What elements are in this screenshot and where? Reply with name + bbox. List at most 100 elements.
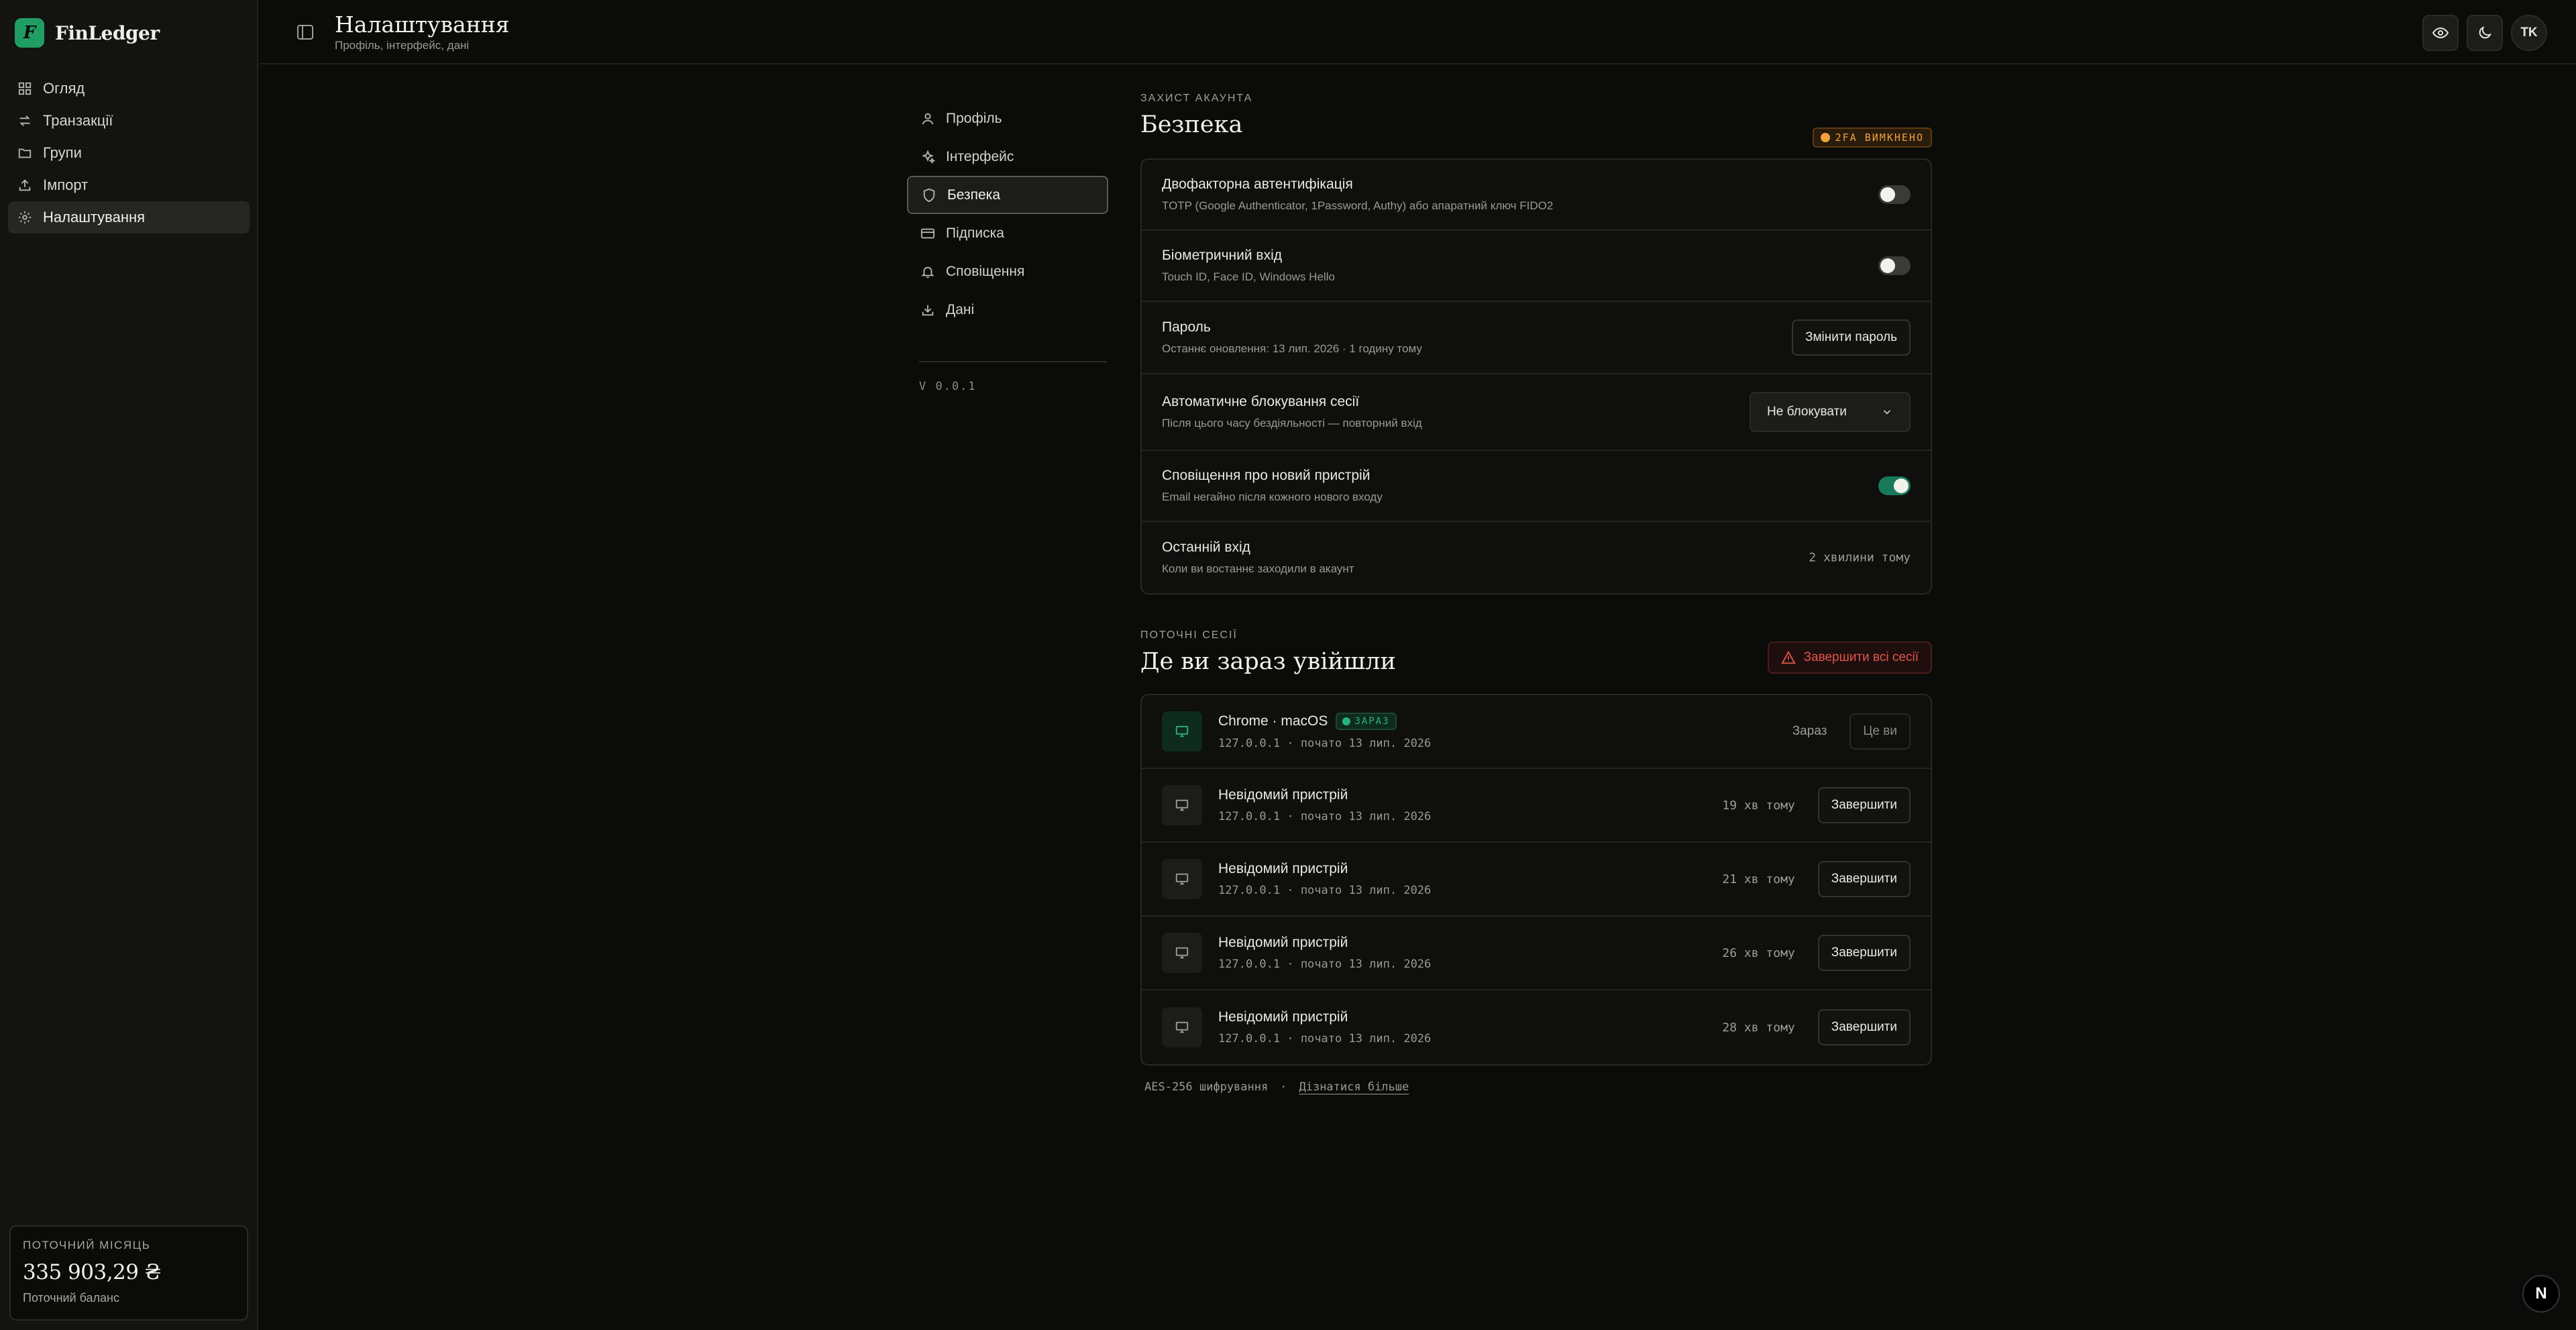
device-icon-wrap — [1162, 711, 1202, 752]
divider — [919, 361, 1107, 362]
session-meta: 127.0.0.1 · почато 13 лип. 2026 — [1218, 810, 1432, 823]
shield-icon — [923, 188, 935, 202]
setting-row-auto-lock: Автоматичне блокування сесії Після цього… — [1142, 374, 1931, 451]
setting-description: TOTP (Google Authenticator, 1Password, A… — [1162, 199, 1554, 212]
auto-lock-select[interactable]: Не блокувати — [1750, 392, 1911, 432]
session-meta: 127.0.0.1 · почато 13 лип. 2026 — [1218, 1032, 1432, 1045]
privacy-toggle-button[interactable] — [2422, 15, 2459, 51]
end-session-button[interactable]: Завершити — [1817, 787, 1911, 823]
new-device-toggle[interactable] — [1878, 476, 1911, 495]
toggle-knob — [1880, 258, 1895, 273]
sidebar-item-groups[interactable]: Групи — [8, 137, 250, 169]
sidebar-item-label: Огляд — [43, 80, 85, 97]
online-dot-icon — [1342, 717, 1351, 725]
tab-profile[interactable]: Профіль — [907, 99, 1108, 138]
sidebar-item-settings[interactable]: Налаштування — [8, 201, 250, 234]
framework-badge[interactable]: N — [2522, 1275, 2560, 1313]
end-session-button[interactable]: Завершити — [1817, 935, 1911, 971]
current-session-badge: ЗАРАЗ — [1336, 713, 1397, 730]
end-all-sessions-label: Завершити всі сесії — [1803, 650, 1919, 664]
setting-description: Touch ID, Face ID, Windows Hello — [1162, 270, 1335, 283]
monitor-icon — [1175, 799, 1189, 811]
tab-data[interactable]: Дані — [907, 291, 1108, 329]
this-is-you-button: Це ви — [1849, 713, 1911, 750]
session-device-name: Невідомий пристрій — [1218, 1009, 1348, 1025]
end-session-button[interactable]: Завершити — [1817, 861, 1911, 897]
current-badge-label: ЗАРАЗ — [1354, 716, 1390, 727]
section-eyebrow: ЗАХИСТ АКАУНТА — [1140, 93, 1253, 104]
section-eyebrow: ПОТОЧНІ СЕСІЇ — [1140, 629, 1238, 641]
sidebar-item-import[interactable]: Імпорт — [8, 169, 250, 201]
session-time: Зараз — [1792, 724, 1827, 738]
setting-row-2fa: Двофакторна автентифікація TOTP (Google … — [1142, 160, 1931, 231]
session-meta: 127.0.0.1 · почато 13 лип. 2026 — [1218, 737, 1432, 750]
chevron-down-icon — [1883, 410, 1891, 415]
sidebar-toggle-icon[interactable] — [297, 25, 313, 40]
learn-more-link[interactable]: Дізнатися більше — [1299, 1080, 1409, 1094]
sparkles-icon — [922, 149, 935, 164]
bell-icon — [921, 266, 934, 278]
tab-subscription[interactable]: Підписка — [907, 214, 1108, 252]
settings-nav-label: Дані — [946, 301, 975, 317]
status-dot-icon — [1820, 133, 1830, 142]
session-row-current: Chrome · macOS ЗАРАЗ 127.0.0.1 · почато … — [1142, 695, 1931, 769]
setting-title: Двофакторна автентифікація — [1162, 176, 1353, 192]
end-all-sessions-button[interactable]: Завершити всі сесії — [1767, 642, 1932, 674]
select-value: Не блокувати — [1767, 405, 1847, 419]
app-name: FinLedger — [55, 21, 160, 44]
session-row: Невідомий пристрій 127.0.0.1 · почато 13… — [1142, 990, 1931, 1064]
warning-icon — [1780, 650, 1796, 664]
end-session-button[interactable]: Завершити — [1817, 1009, 1911, 1045]
settings-nav-label: Сповіщення — [946, 263, 1025, 279]
device-icon-wrap — [1162, 1007, 1202, 1047]
brand[interactable]: F FinLedger — [15, 18, 160, 48]
setting-title: Сповіщення про новий пристрій — [1162, 468, 1371, 483]
status-badge: 2FA ВИМКНЕНО — [1812, 127, 1932, 148]
balance-caption: Поточний баланс — [23, 1291, 119, 1305]
toggle-knob — [1894, 478, 1909, 493]
sidebar-item-overview[interactable]: Огляд — [8, 72, 250, 105]
session-meta: 127.0.0.1 · почато 13 лип. 2026 — [1218, 884, 1432, 897]
download-icon — [922, 305, 934, 315]
tab-security[interactable]: Безпека — [907, 176, 1108, 214]
setting-description: Після цього часу бездіяльності — повторн… — [1162, 417, 1422, 429]
monitor-icon — [1175, 873, 1189, 885]
monitor-icon — [1175, 1021, 1189, 1033]
gear-icon — [18, 211, 32, 224]
sidebar-item-label: Імпорт — [43, 176, 89, 193]
session-row: Невідомий пристрій 127.0.0.1 · почато 13… — [1142, 917, 1931, 990]
theme-toggle-button[interactable] — [2467, 15, 2503, 51]
card-icon — [920, 228, 935, 238]
main-nav: Огляд Транзакції Групи Імпорт Налаштуван… — [8, 72, 250, 234]
sidebar-item-transactions[interactable]: Транзакції — [8, 105, 250, 137]
change-password-button[interactable]: Змінити пароль — [1791, 319, 1911, 356]
session-device-name: Невідомий пристрій — [1218, 861, 1348, 876]
setting-description: Останнє оновлення: 13 лип. 2026 · 1 годи… — [1162, 342, 1422, 355]
biometric-toggle[interactable] — [1878, 256, 1911, 275]
upload-icon — [19, 179, 31, 191]
setting-row-biometric: Біометричний вхід Touch ID, Face ID, Win… — [1142, 231, 1931, 302]
settings-nav-label: Інтерфейс — [946, 148, 1014, 164]
sessions-header: ПОТОЧНІ СЕСІЇ Де ви зараз увійшли Заверш… — [1140, 629, 1932, 683]
settings-nav-label: Профіль — [946, 110, 1002, 126]
grid-icon — [18, 82, 32, 95]
setting-title: Автоматичне блокування сесії — [1162, 394, 1360, 409]
session-meta: 127.0.0.1 · почато 13 лип. 2026 — [1218, 958, 1432, 971]
sessions-list: Chrome · macOS ЗАРАЗ 127.0.0.1 · почато … — [1140, 694, 1932, 1066]
eye-icon — [2432, 27, 2449, 39]
avatar[interactable]: TK — [2511, 15, 2547, 51]
moon-icon — [2479, 26, 2491, 39]
tab-notifications[interactable]: Сповіщення — [907, 252, 1108, 291]
security-panel: ЗАХИСТ АКАУНТА Безпека 2FA ВИМКНЕНО Двоф… — [1140, 93, 1932, 1094]
encryption-label: AES-256 шифрування — [1144, 1080, 1269, 1094]
setting-row-last-login: Останній вхід Коли ви востаннє заходили … — [1142, 522, 1931, 593]
2fa-toggle[interactable] — [1878, 185, 1911, 204]
session-device-name: Невідомий пристрій — [1218, 935, 1348, 950]
sidebar-item-label: Транзакції — [43, 112, 113, 129]
setting-title: Пароль — [1162, 319, 1211, 335]
setting-title: Останній вхід — [1162, 540, 1250, 555]
balance-card: ПОТОЧНИЙ МІСЯЦЬ 335 903,29 ₴ Поточний ба… — [9, 1225, 248, 1321]
setting-title: Біометричний вхід — [1162, 248, 1282, 263]
tab-interface[interactable]: Інтерфейс — [907, 138, 1108, 176]
security-settings-card: Двофакторна автентифікація TOTP (Google … — [1140, 158, 1932, 595]
